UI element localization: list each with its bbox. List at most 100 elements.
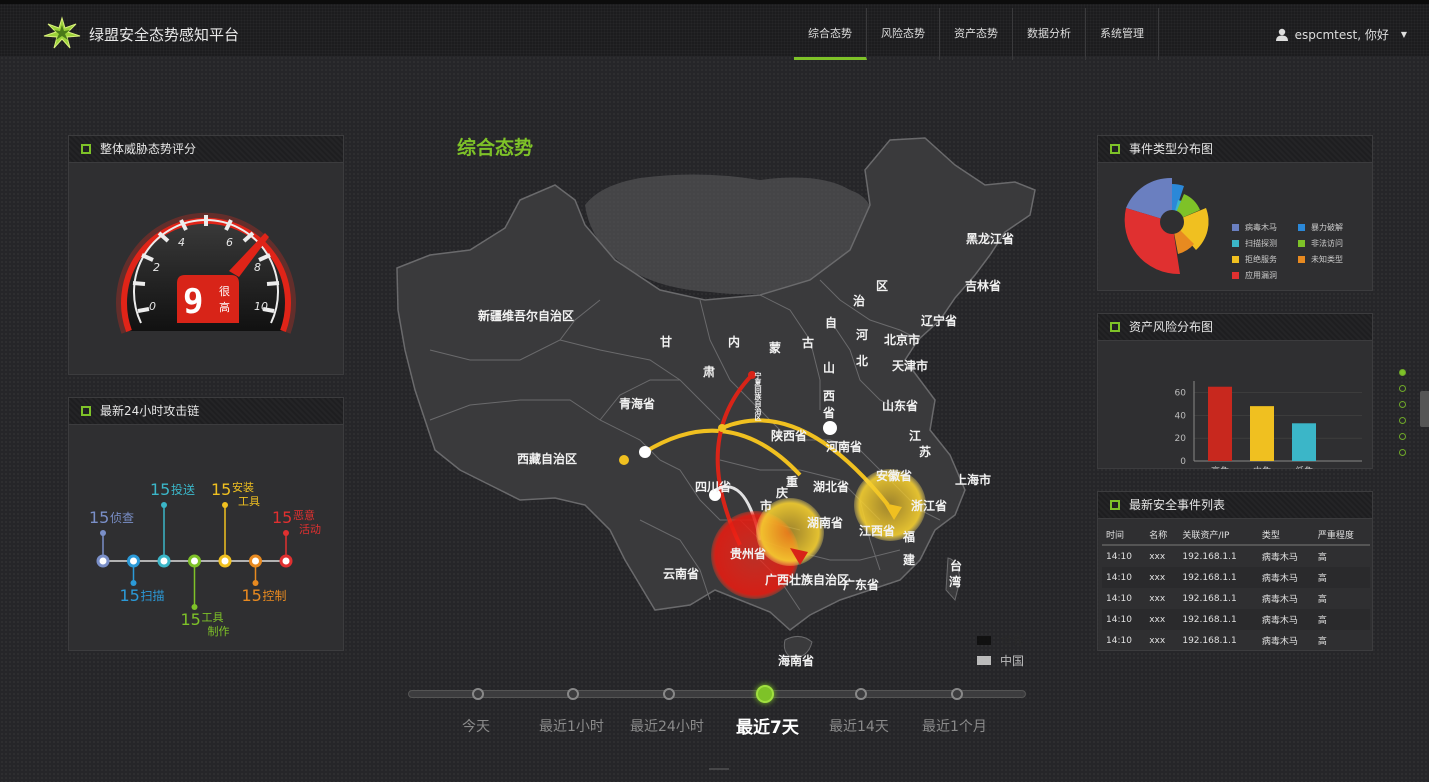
legend-world[interactable]: 世界 [1000, 634, 1024, 648]
side-collapse-tab[interactable] [1420, 391, 1429, 427]
timeline-option[interactable]: 最近14天 [829, 716, 889, 736]
page-dot[interactable] [1399, 417, 1406, 424]
province-label: 安徽省 [876, 468, 912, 483]
chain-label: 控制 [263, 589, 287, 603]
nav-system[interactable]: 系统管理 [1086, 8, 1159, 60]
chain-label: 侦查 [110, 511, 134, 525]
chain-node[interactable] [127, 554, 140, 568]
table-row[interactable]: 14:10 xxx 192.168.1.1 病毒木马高 [1102, 567, 1370, 588]
province-label: 吉林省 [965, 278, 1001, 293]
chain-count: 15 [272, 508, 292, 527]
page-dot[interactable] [1399, 369, 1406, 376]
province-label: 山 [823, 360, 835, 375]
timeline-option[interactable]: 最近1小时 [539, 716, 604, 736]
chain-node[interactable] [249, 554, 262, 568]
table-cell: xxx [1145, 609, 1179, 630]
score-value: 9 [183, 282, 203, 322]
legend-swatch [1298, 240, 1305, 247]
panel-header: 整体威胁态势评分 [69, 136, 343, 163]
timeline-option[interactable]: 最近1个月 [922, 716, 987, 736]
nav-overview[interactable]: 综合态势 [794, 8, 867, 60]
province-label: 江西省 [859, 523, 895, 538]
page-dot[interactable] [1399, 433, 1406, 440]
nav-risk[interactable]: 风险态势 [867, 8, 940, 60]
chain-node[interactable] [188, 554, 201, 568]
timeline-option[interactable]: 今天 [462, 716, 490, 736]
legend-swatch [1232, 272, 1239, 279]
chain-label: 活动 [299, 523, 321, 536]
china-map: 新疆维吾尔自治区西藏自治区 青海省 甘肃内 蒙 古自 治区宁夏回族自治区陕西省 山西省 河北 北… [396, 137, 1036, 668]
timeline-node[interactable] [663, 688, 675, 700]
table-row[interactable]: 14:10 xxx 192.168.1.1 病毒木马高 [1102, 588, 1370, 609]
chain-label: 投送 [171, 482, 195, 497]
event-type-rose-chart [1124, 177, 1209, 275]
square-icon [1110, 144, 1120, 154]
table-cell: 病毒木马 [1257, 609, 1314, 630]
table-cell: 病毒木马 [1257, 567, 1314, 588]
column-header[interactable]: 时间 [1102, 525, 1146, 546]
province-label: 台 [950, 558, 962, 573]
province-label: 广西壮族自治区 [765, 572, 849, 587]
square-icon [1110, 500, 1120, 510]
chevron-down-icon: ▼ [1400, 30, 1407, 39]
timeline [408, 690, 1026, 698]
timeline-node[interactable] [951, 688, 963, 700]
chain-node[interactable] [218, 554, 232, 568]
table-row[interactable]: 14:10 xxx 192.168.1.1 病毒木马高 [1102, 609, 1370, 630]
province-label: 福 [902, 529, 915, 544]
legend-item[interactable]: 扫描探测 [1232, 238, 1277, 249]
table-row[interactable]: 14:10 xxx 192.168.1.1 病毒木马高 [1102, 630, 1370, 651]
page-dot[interactable] [1399, 385, 1406, 392]
province-label: 庆 [775, 485, 788, 500]
nav-asset[interactable]: 资产态势 [940, 8, 1013, 60]
scroll-down-icon[interactable] [709, 768, 729, 782]
timeline-node[interactable] [567, 688, 579, 700]
legend-world-swatch [977, 636, 991, 645]
nav-analysis[interactable]: 数据分析 [1013, 8, 1086, 60]
timeline-node[interactable] [472, 688, 484, 700]
province-label: 湾 [949, 574, 961, 589]
legend-china[interactable]: 中国 [1000, 653, 1024, 668]
legend-item[interactable]: 暴力破解 [1298, 222, 1343, 233]
chain-node[interactable] [96, 554, 110, 568]
table-cell: 病毒木马 [1261, 553, 1298, 563]
panel-title: 最新24小时攻击链 [100, 404, 200, 418]
bar[interactable] [1250, 406, 1274, 461]
province-label: 西藏自治区 [517, 451, 577, 466]
bar[interactable] [1208, 386, 1232, 461]
province-label: 治 [853, 293, 865, 308]
column-header[interactable]: 严重程度 [1313, 525, 1370, 546]
legend-china-swatch [977, 656, 991, 665]
timeline-node[interactable] [855, 688, 867, 700]
legend-item[interactable]: 病毒木马 [1232, 222, 1277, 233]
page-dot[interactable] [1399, 449, 1406, 456]
table-row[interactable]: 14:10 xxx 192.168.1.1 病毒木马高 [1102, 545, 1370, 567]
chain-count: 15 [181, 610, 201, 629]
chain-node[interactable] [157, 554, 171, 568]
brand-title: 绿盟安全态势感知平台 [89, 26, 240, 44]
chain-label: 恶意 [293, 508, 315, 522]
page-dot[interactable] [1399, 401, 1406, 408]
event-type-panel: 事件类型分布图 病毒木马 暴力破解 扫描探测 非法访问 拒绝服务 未知类型 应用漏洞 [1097, 135, 1373, 291]
bar[interactable] [1292, 423, 1316, 461]
chain-end-dot [100, 530, 106, 536]
legend-item[interactable]: 应用漏洞 [1232, 270, 1277, 281]
legend-item[interactable]: 拒绝服务 [1232, 254, 1277, 265]
chain-node[interactable] [279, 554, 293, 568]
table-cell: 192.168.1.1 [1182, 635, 1237, 646]
table-cell: xxx [1149, 551, 1166, 562]
table-cell: 高 [1313, 609, 1370, 630]
legend-item[interactable]: 未知类型 [1298, 254, 1343, 265]
province-label: 肃 [703, 364, 715, 379]
user-menu[interactable]: espcmtest, 你好 ▼ [1275, 26, 1407, 43]
column-header[interactable]: 名称 [1145, 525, 1179, 546]
asset-risk-panel: 资产风险分布图 0 20 40 60 高危 中危 低危 [1097, 313, 1373, 477]
column-header[interactable]: 类型 [1257, 525, 1314, 546]
province-label: 苏 [919, 444, 931, 459]
timeline-option[interactable]: 最近24小时 [630, 716, 704, 736]
timeline-option[interactable]: 最近7天 [736, 713, 799, 738]
chain-count: 15 [120, 586, 140, 605]
legend-item[interactable]: 非法访问 [1298, 238, 1343, 249]
timeline-node[interactable] [756, 685, 774, 703]
column-header[interactable]: 关联资产/IP [1178, 525, 1258, 546]
